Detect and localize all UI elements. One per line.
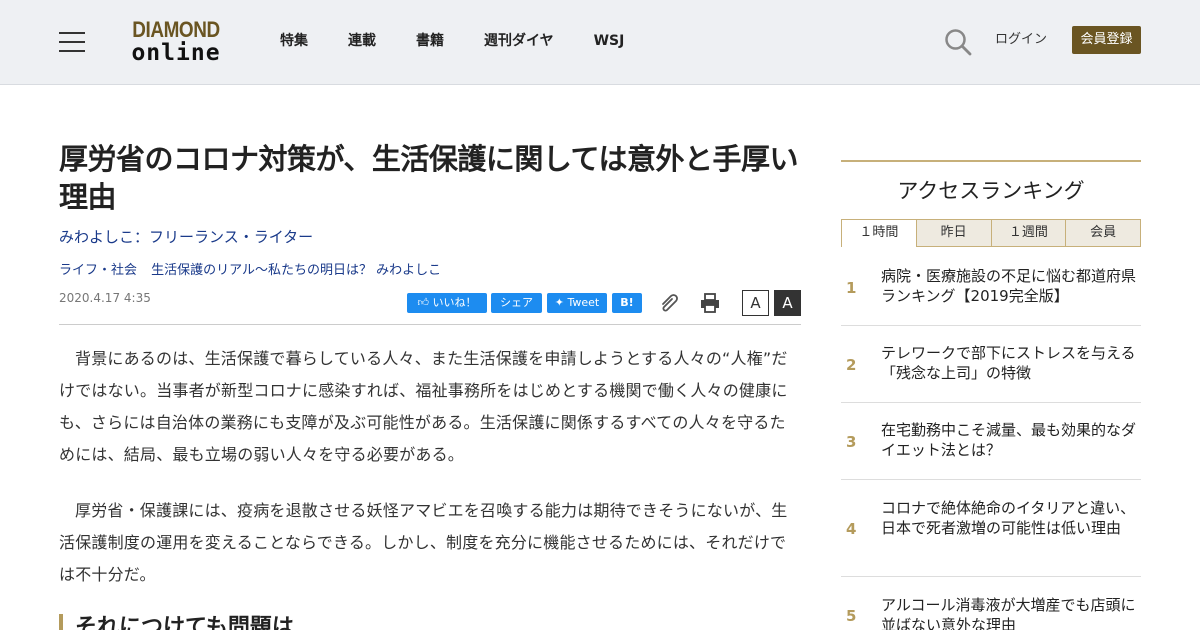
section-heading: それにつけても問題は xyxy=(59,614,294,630)
print-icon[interactable] xyxy=(699,292,721,314)
like-label: いいね！ xyxy=(432,296,477,309)
thumbs-up-icon: 👍︎ xyxy=(417,296,430,309)
main-nav: 特集 連載 書籍 週刊ダイヤ WSJ xyxy=(280,30,664,52)
logo-line2: online xyxy=(131,40,221,66)
rank-number: 1 xyxy=(846,279,857,297)
nav-item-books[interactable]: 書籍 xyxy=(416,30,444,52)
ranking-item[interactable]: 2 テレワークで部下にストレスを与える「残念な上司」の特徴 xyxy=(841,326,1141,403)
tab-1hour[interactable]: １時間 xyxy=(841,219,917,247)
ranking-item[interactable]: 4 コロナで絶体絶命のイタリアと違い、日本で死者激増の可能性は低い理由 xyxy=(841,480,1141,577)
sidebar-divider xyxy=(841,160,1141,162)
ranking-item[interactable]: 3 在宅勤務中こそ減量、最も効果的なダイエット法とは？ xyxy=(841,403,1141,480)
divider xyxy=(59,324,801,325)
ranking-title: アクセスランキング xyxy=(897,179,1085,203)
rank-number: 3 xyxy=(846,433,857,451)
tweet-label: Tweet xyxy=(567,296,600,309)
facebook-share-button[interactable]: シェア xyxy=(491,293,542,313)
hatena-bookmark-button[interactable]: B! xyxy=(612,293,642,313)
ranking-list: 1 病院・医療施設の不足に悩む都道府県ランキング【2019完全版】 2 テレワー… xyxy=(841,249,1141,630)
ranking-item[interactable]: 1 病院・医療施設の不足に悩む都道府県ランキング【2019完全版】 xyxy=(841,249,1141,326)
article-title: 厚労省のコロナ対策が、生活保護に関しては意外と手厚い理由 xyxy=(59,142,798,214)
site-header: DIAMOND online 特集 連載 書籍 週刊ダイヤ WSJ ログイン 会… xyxy=(0,0,1200,85)
tab-members[interactable]: 会員 xyxy=(1066,219,1141,247)
search-icon[interactable] xyxy=(944,28,972,56)
logo-line1: DIAMOND xyxy=(132,17,220,42)
tag-category[interactable]: ライフ・社会 xyxy=(59,263,137,278)
ranking-tabs: １時間 昨日 １週間 会員 xyxy=(841,219,1141,247)
rank-title: テレワークで部下にストレスを与える「残念な上司」の特徴 xyxy=(881,344,1136,382)
ranking-item[interactable]: 5 アルコール消毒液が大増産でも店頭に並ばない意外な理由 xyxy=(841,577,1141,630)
rank-title: コロナで絶体絶命のイタリアと違い、日本で死者激増の可能性は低い理由 xyxy=(881,499,1136,537)
font-size-small-button[interactable]: A xyxy=(742,290,769,316)
rank-number: 4 xyxy=(846,520,857,538)
rank-title: 在宅勤務中こそ減量、最も効果的なダイエット法とは？ xyxy=(881,421,1137,459)
article-date: 2020.4.17 4:35 xyxy=(59,291,151,305)
tag-series[interactable]: 生活保護のリアル～私たちの明日は？ みわよしこ xyxy=(151,263,441,278)
rank-title: 病院・医療施設の不足に悩む都道府県ランキング【2019完全版】 xyxy=(881,267,1137,305)
tab-1week[interactable]: １週間 xyxy=(991,219,1067,247)
rank-title: アルコール消毒液が大増産でも店頭に並ばない意外な理由 xyxy=(881,596,1136,630)
rank-number: 5 xyxy=(846,607,857,625)
nav-item-series[interactable]: 連載 xyxy=(348,30,376,52)
nav-item-wsj[interactable]: WSJ xyxy=(594,30,625,52)
facebook-like-button[interactable]: 👍︎ いいね！ xyxy=(407,293,487,313)
site-logo[interactable]: DIAMOND online xyxy=(124,19,228,65)
tab-yesterday[interactable]: 昨日 xyxy=(916,219,992,247)
article-paragraph: 背景にあるのは、生活保護で暮らしている人々、また生活保護を申請しようとする人々の… xyxy=(59,349,788,464)
clip-icon[interactable] xyxy=(659,292,681,312)
article-author[interactable]: みわよしこ：フリーランス・ライター xyxy=(59,226,313,248)
menu-icon[interactable] xyxy=(59,32,85,52)
login-link[interactable]: ログイン xyxy=(995,30,1047,50)
font-size-large-button[interactable]: A xyxy=(774,290,801,316)
article-tags: ライフ・社会 生活保護のリアル～私たちの明日は？ みわよしこ xyxy=(59,261,451,281)
twitter-bird-icon: ✦ xyxy=(554,296,564,309)
rank-number: 2 xyxy=(846,356,857,374)
register-button[interactable]: 会員登録 xyxy=(1072,26,1141,54)
nav-item-special[interactable]: 特集 xyxy=(280,30,308,52)
tweet-button[interactable]: ✦ Tweet xyxy=(547,293,607,313)
nav-item-weekly[interactable]: 週刊ダイヤ xyxy=(484,30,554,52)
article-paragraph: 厚労省・保護課には、疫病を退散させる妖怪アマビエを召喚する能力は期待できそうにな… xyxy=(59,501,788,584)
